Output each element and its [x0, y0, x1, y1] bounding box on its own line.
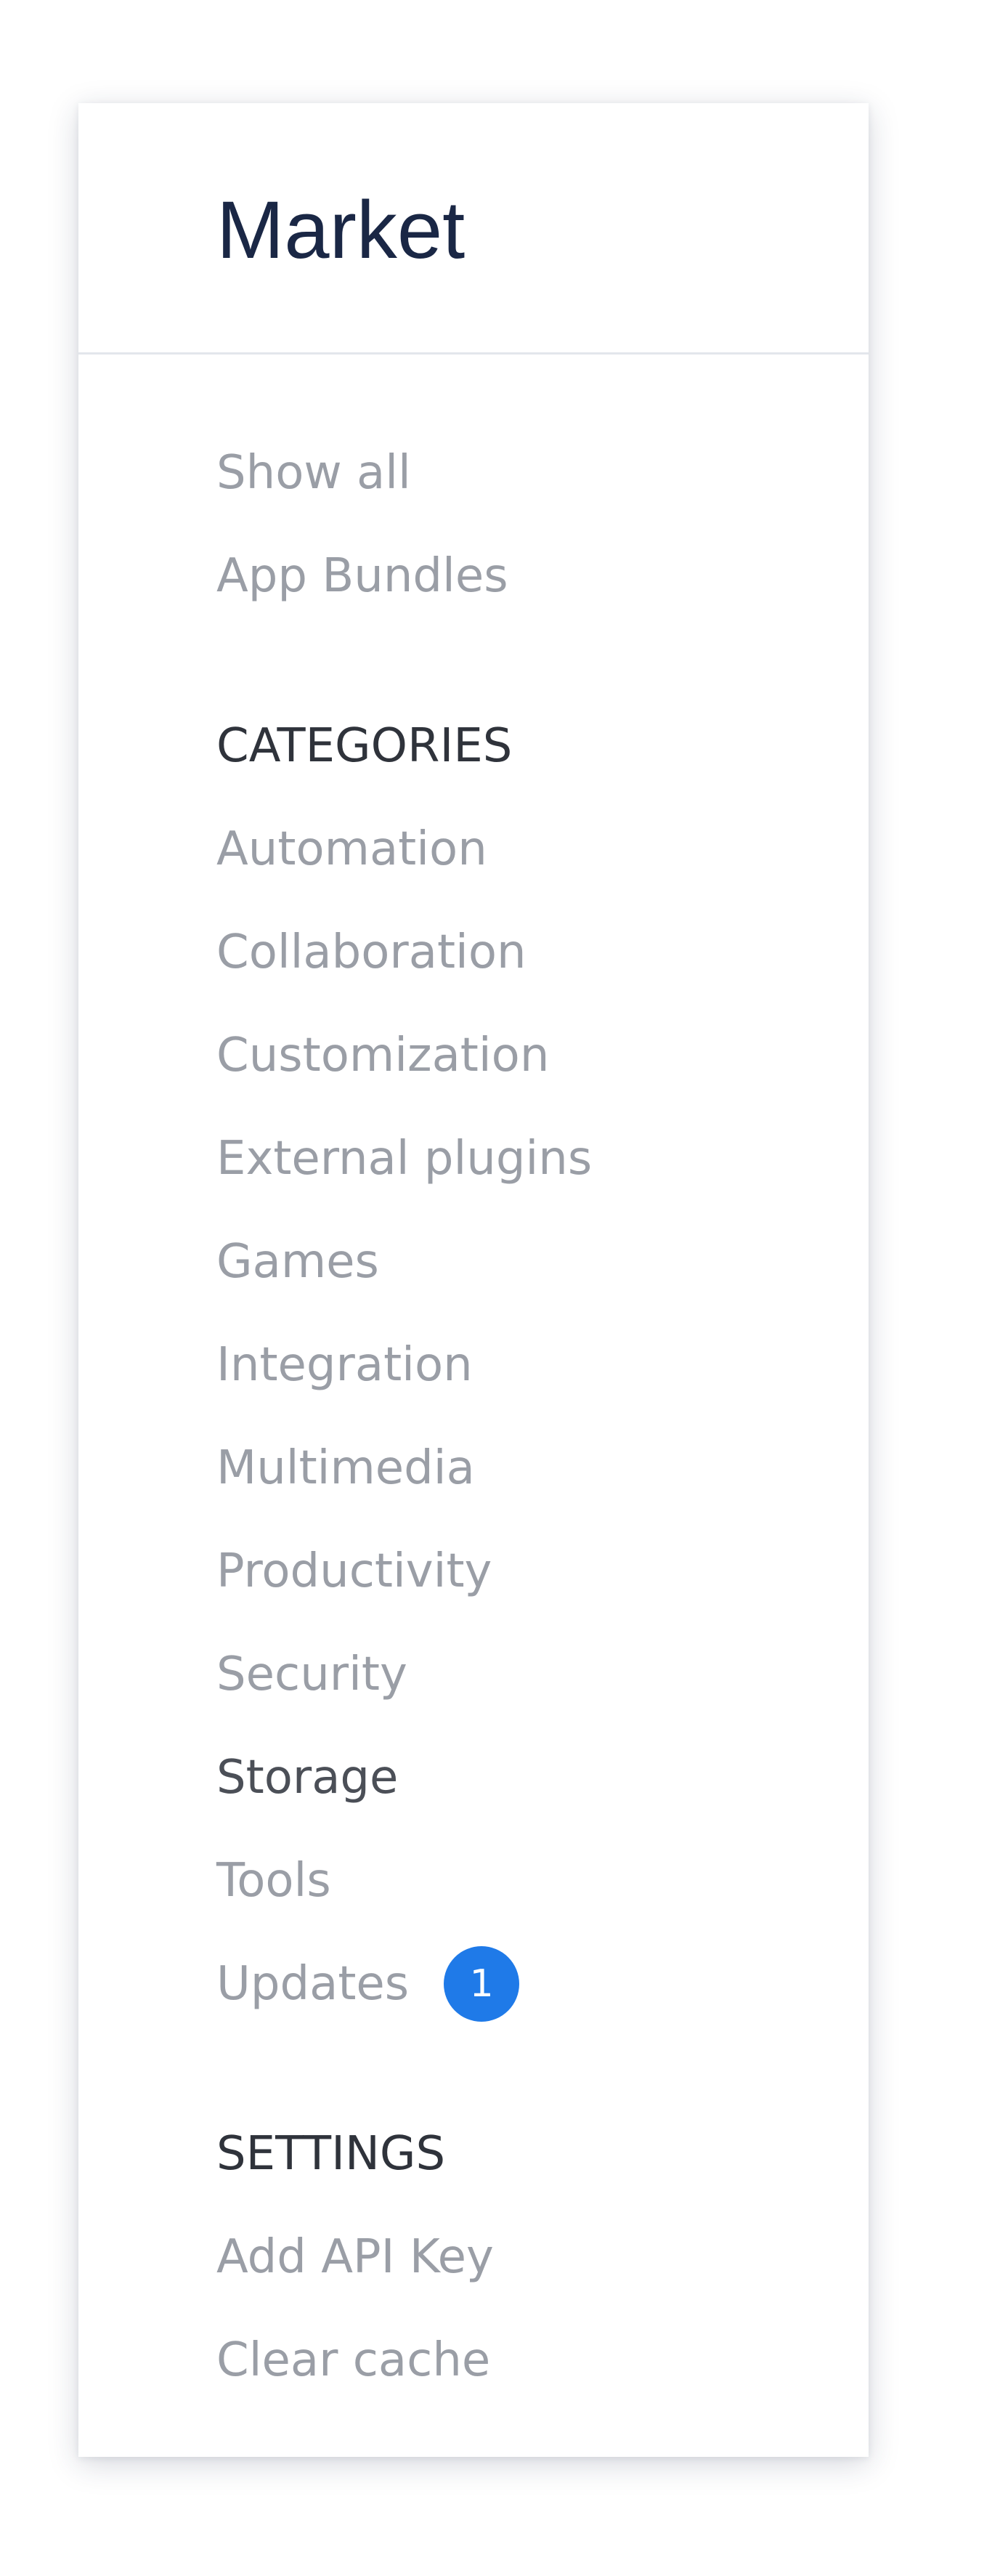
nav-item-customization[interactable]: Customization [216, 1004, 869, 1107]
settings-heading: SETTINGS [216, 2127, 446, 2181]
nav-item-label: Integration [216, 1338, 473, 1392]
nav-item-integration[interactable]: Integration [216, 1313, 869, 1417]
nav-item-label: Productivity [216, 1544, 492, 1598]
settings-list: Add API Key Clear cache [216, 2206, 869, 2412]
nav-item-productivity[interactable]: Productivity [216, 1520, 869, 1623]
nav-item-app-bundles[interactable]: App Bundles [216, 524, 869, 628]
nav-item-updates[interactable]: Updates 1 [216, 1932, 869, 2036]
nav-item-label: Add API Key [216, 2230, 494, 2284]
nav-item-tools[interactable]: Tools [216, 1829, 869, 1932]
nav-item-collaboration[interactable]: Collaboration [216, 901, 869, 1004]
top-items: Show all App Bundles [216, 355, 869, 628]
nav-item-show-all[interactable]: Show all [216, 421, 869, 524]
updates-count-badge: 1 [444, 1946, 520, 2022]
nav-item-label: Multimedia [216, 1441, 475, 1495]
sidebar-header: Market [78, 103, 869, 355]
nav-item-label: Tools [216, 1854, 331, 1908]
nav-item-label: Customization [216, 1029, 550, 1082]
market-sidebar: Market Show all App Bundles CATEGORIES A… [78, 103, 869, 2457]
nav-item-label: External plugins [216, 1132, 593, 1186]
nav-item-label: Show all [216, 446, 411, 500]
nav-item-storage[interactable]: Storage [216, 1726, 869, 1829]
nav-item-automation[interactable]: Automation [216, 798, 869, 901]
sidebar-title: Market [216, 185, 466, 275]
nav-item-label: Storage [216, 1751, 399, 1805]
nav-item-label: Updates [216, 1957, 410, 2011]
nav-item-label: Automation [216, 822, 487, 876]
nav-item-label: Games [216, 1235, 379, 1289]
categories-heading: CATEGORIES [216, 719, 513, 773]
nav-item-label: Collaboration [216, 926, 527, 979]
nav-item-games[interactable]: Games [216, 1210, 869, 1313]
nav-item-label: Clear cache [216, 2333, 491, 2387]
nav-item-security[interactable]: Security [216, 1623, 869, 1726]
nav-item-multimedia[interactable]: Multimedia [216, 1417, 869, 1520]
nav-item-label: Security [216, 1648, 407, 1701]
categories-list: Automation Collaboration Customization E… [216, 798, 869, 2036]
nav-item-external-plugins[interactable]: External plugins [216, 1107, 869, 1210]
sidebar-nav: Show all App Bundles CATEGORIES Automati… [78, 355, 869, 2412]
nav-item-label: App Bundles [216, 549, 508, 603]
nav-item-clear-cache[interactable]: Clear cache [216, 2309, 869, 2412]
nav-item-add-api-key[interactable]: Add API Key [216, 2206, 869, 2309]
